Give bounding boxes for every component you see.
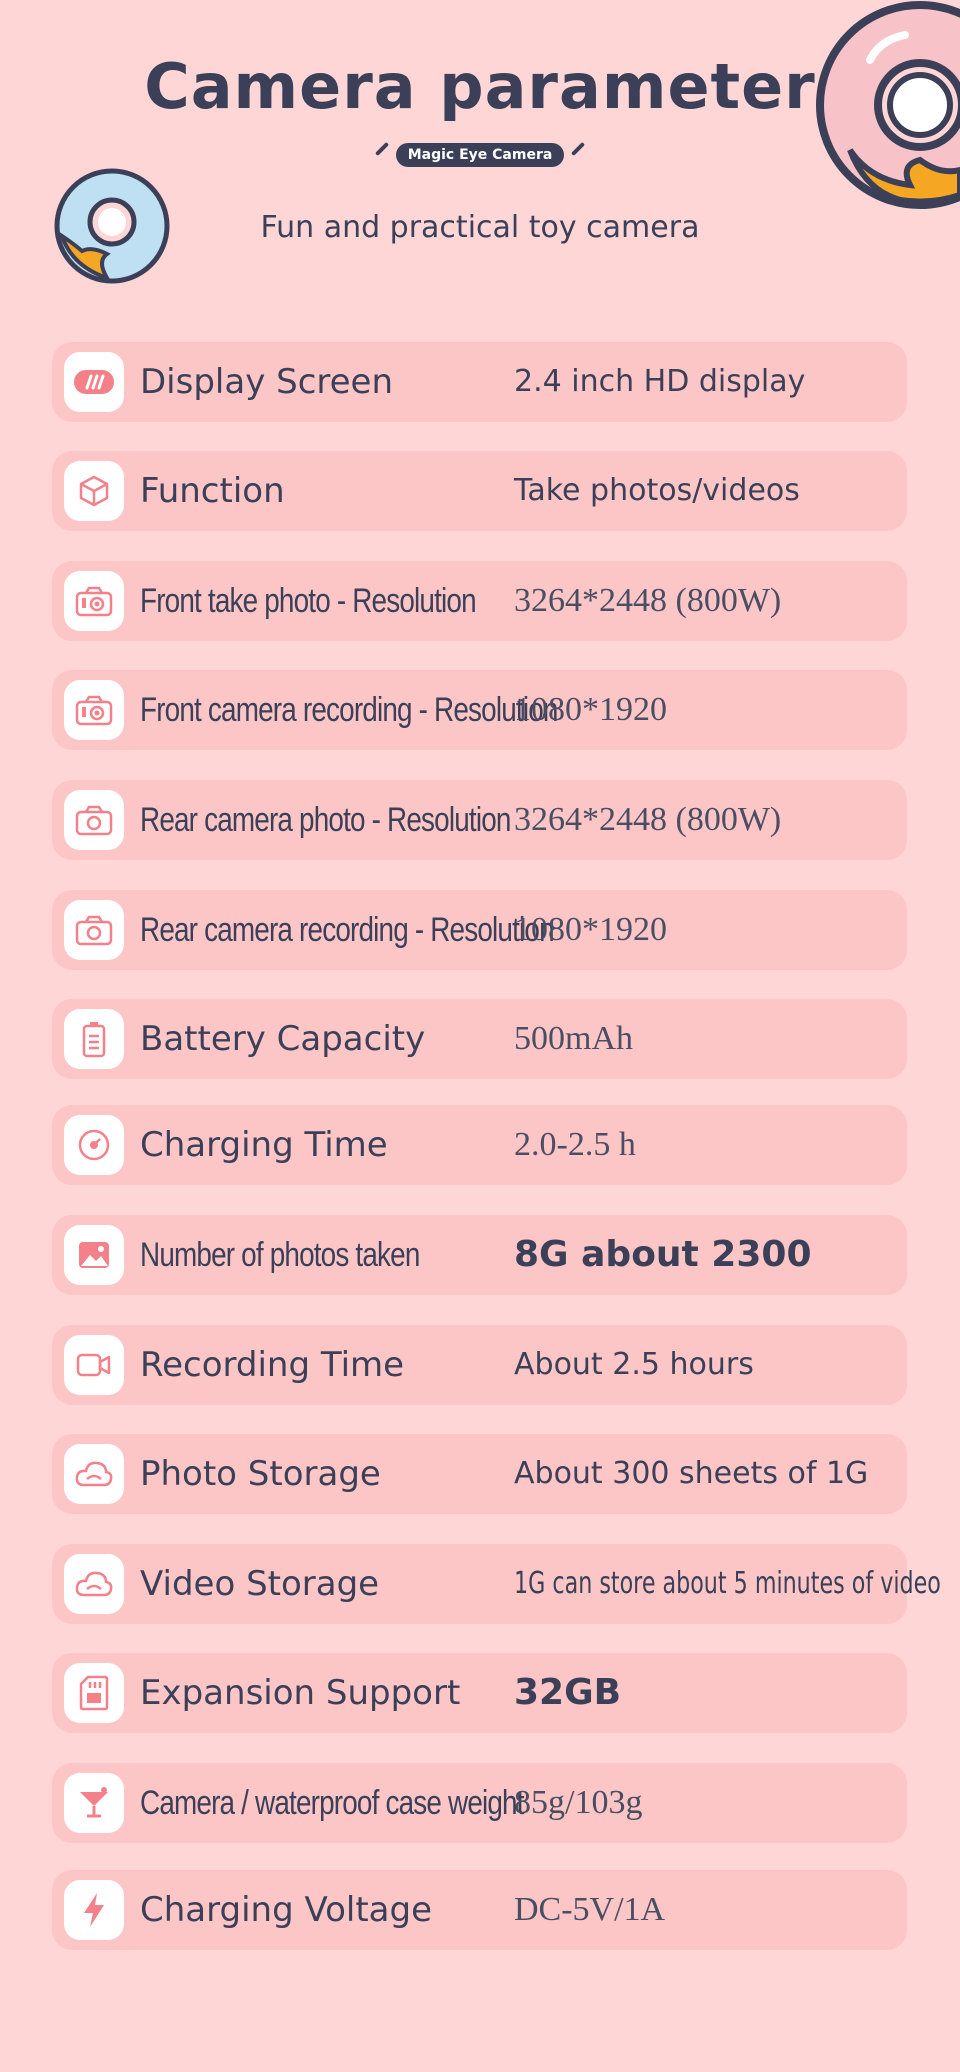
spec-row-rear-recording: Rear camera recording - Resolution 1080*… [52, 890, 907, 970]
cloud-icon [64, 1554, 124, 1614]
spec-value: 2.0-2.5 h [514, 1126, 636, 1163]
spec-value: 500mAh [514, 1020, 633, 1057]
scale-icon [64, 1773, 124, 1833]
camera-icon [64, 571, 124, 631]
spec-value: 1G can store about 5 minutes of video [514, 1566, 941, 1601]
spec-label: Photo Storage [140, 1454, 381, 1494]
spec-value: 85g/103g [514, 1784, 643, 1821]
spec-value: About 300 sheets of 1G [514, 1456, 869, 1491]
spec-label: Function [140, 471, 285, 511]
spec-row-display-screen: Display Screen 2.4 inch HD display [52, 342, 907, 422]
spec-label: Front camera recording - Resolution [140, 691, 558, 729]
spec-label: Charging Time [140, 1125, 388, 1165]
spec-value: 3264*2448 (800W) [514, 582, 782, 619]
spec-row-photos-taken: Number of photos taken 8G about 2300 [52, 1215, 907, 1295]
spec-label: Video Storage [140, 1564, 380, 1604]
spec-row-weight: Camera / waterproof case weight 85g/103g [52, 1763, 907, 1843]
spec-value: 1080*1920 [514, 911, 667, 948]
spec-row-video-storage: Video Storage 1G can store about 5 minut… [52, 1544, 941, 1624]
spec-row-expansion: Expansion Support 32GB [52, 1653, 907, 1733]
spec-row-recording-time: Recording Time About 2.5 hours [52, 1325, 907, 1405]
spec-row-function: Function Take photos/videos [52, 451, 907, 531]
spec-label: Display Screen [140, 362, 394, 402]
spec-label: Recording Time [140, 1345, 405, 1385]
page-subtitle: Fun and practical toy camera [260, 210, 700, 245]
spec-value: About 2.5 hours [514, 1347, 754, 1382]
camera-icon [64, 680, 124, 740]
spec-value: 1080*1920 [514, 691, 667, 728]
spec-value: 8G about 2300 [514, 1234, 812, 1275]
camera-icon [64, 790, 124, 850]
sd-card-icon [64, 1663, 124, 1723]
spec-label: Number of photos taken [140, 1236, 420, 1274]
display-icon [64, 352, 124, 412]
spec-label: Expansion Support [140, 1673, 461, 1713]
spec-row-front-photo: Front take photo - Resolution 3264*2448 … [52, 561, 907, 641]
spec-value: Take photos/videos [514, 473, 800, 508]
spec-value: 32GB [514, 1672, 622, 1713]
spec-row-battery: Battery Capacity 500mAh [52, 999, 907, 1079]
spec-label: Front take photo - Resolution [140, 582, 477, 620]
spec-label: Camera / waterproof case weight [140, 1784, 525, 1822]
spec-row-charging-time: Charging Time 2.0-2.5 h [52, 1105, 907, 1185]
spec-label: Charging Voltage [140, 1890, 433, 1930]
video-icon [64, 1335, 124, 1395]
spec-row-photo-storage: Photo Storage About 300 sheets of 1G [52, 1434, 907, 1514]
spec-row-rear-photo: Rear camera photo - Resolution 3264*2448… [52, 780, 907, 860]
spec-label: Rear camera recording - Resolution [140, 911, 555, 949]
spec-row-charging-voltage: Charging Voltage DC-5V/1A [52, 1870, 907, 1950]
spec-label: Battery Capacity [140, 1019, 426, 1059]
cloud-icon [64, 1444, 124, 1504]
page-title: Camera parameter [144, 50, 816, 123]
lightning-icon [64, 1880, 124, 1940]
camera-icon [64, 900, 124, 960]
spec-value: 3264*2448 (800W) [514, 801, 782, 838]
image-icon [64, 1225, 124, 1285]
clock-icon [64, 1115, 124, 1175]
spec-row-front-recording: Front camera recording - Resolution 1080… [52, 670, 907, 750]
spec-value: 2.4 inch HD display [514, 364, 806, 399]
brand-badge: Magic Eye Camera [395, 143, 565, 167]
spec-label: Rear camera photo - Resolution [140, 801, 511, 839]
cube-icon [64, 461, 124, 521]
battery-icon [64, 1009, 124, 1069]
spec-value: DC-5V/1A [514, 1891, 666, 1928]
